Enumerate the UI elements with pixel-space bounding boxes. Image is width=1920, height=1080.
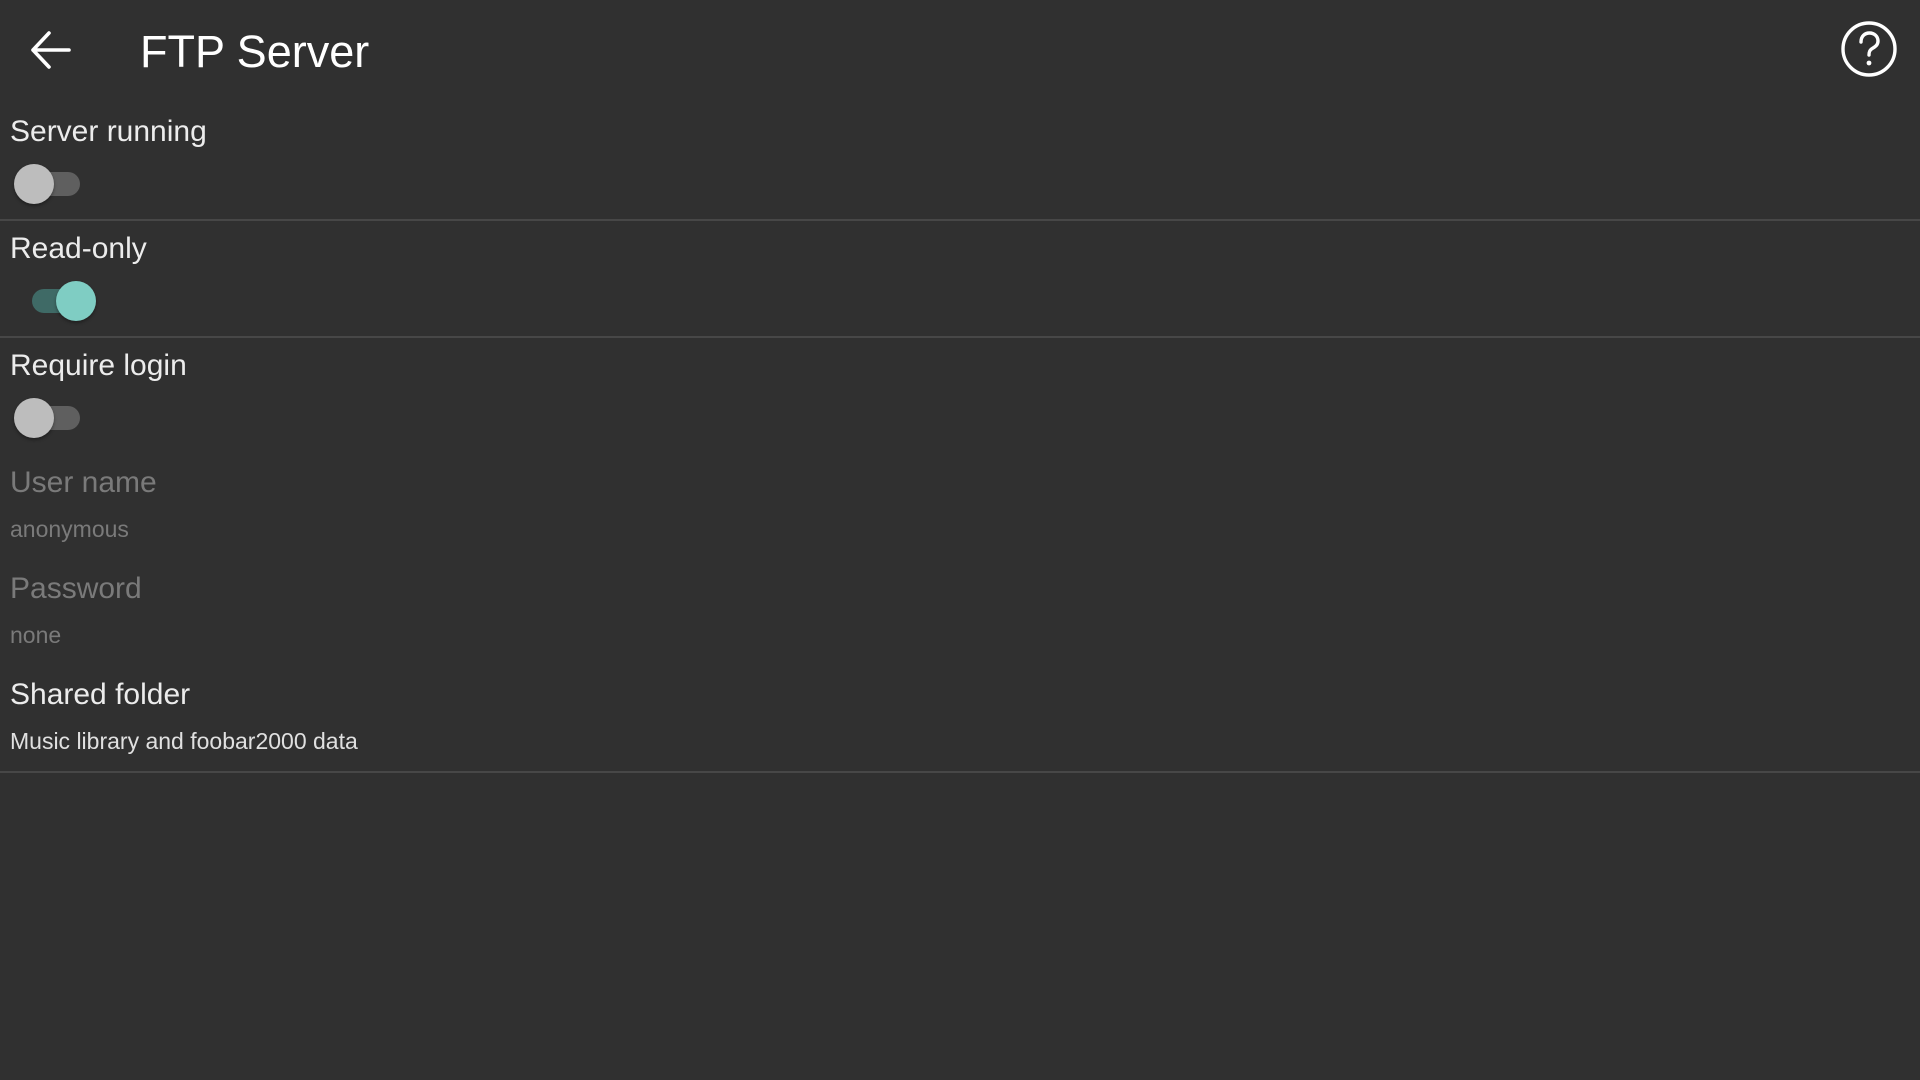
pref-require-login-label: Require login [10, 349, 187, 382]
app-bar: FTP Server [0, 0, 1920, 104]
back-button[interactable] [18, 18, 82, 82]
toggle-thumb [56, 281, 96, 321]
pref-require-login[interactable]: Require login [0, 338, 1920, 455]
pref-user-name-value: anonymous [10, 516, 129, 542]
server-running-toggle[interactable] [14, 160, 84, 204]
help-button[interactable] [1836, 16, 1902, 82]
preference-list: Server running Read-only Require login U… [0, 104, 1920, 773]
arrow-back-icon [31, 31, 71, 69]
pref-user-name: User name anonymous [0, 455, 1920, 561]
pref-read-only-label: Read-only [10, 232, 147, 265]
pref-user-name-label: User name [10, 466, 157, 499]
pref-server-running[interactable]: Server running [0, 104, 1920, 221]
help-circle-icon [1841, 21, 1897, 77]
ftp-server-screen: FTP Server Server running Read-only Requ… [0, 0, 1920, 1080]
pref-shared-folder-label: Shared folder [10, 678, 191, 711]
pref-read-only[interactable]: Read-only [0, 221, 1920, 338]
toggle-thumb [14, 398, 54, 438]
page-title: FTP Server [140, 26, 370, 77]
toggle-thumb [14, 164, 54, 204]
require-login-toggle[interactable] [14, 394, 84, 438]
pref-password-value: none [10, 622, 62, 648]
pref-shared-folder[interactable]: Shared folder Music library and foobar20… [0, 667, 1920, 773]
read-only-toggle[interactable] [14, 277, 96, 321]
pref-server-running-label: Server running [10, 115, 207, 148]
pref-password: Password none [0, 561, 1920, 667]
pref-password-label: Password [10, 572, 142, 605]
pref-shared-folder-value: Music library and foobar2000 data [10, 728, 358, 754]
